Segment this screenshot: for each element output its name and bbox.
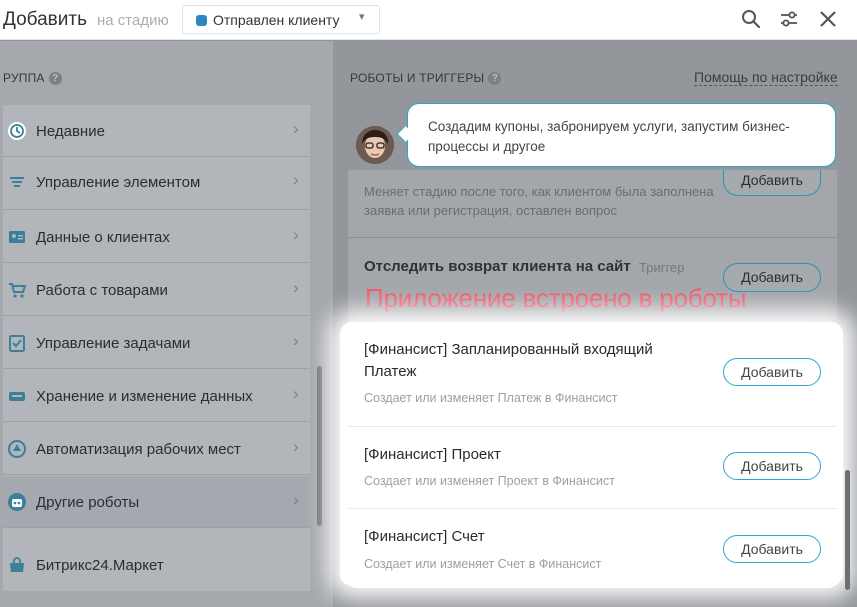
- help-setup-link[interactable]: Помощь по настройке: [694, 69, 838, 86]
- robot-description: Создает или изменяет Платеж в Финансист: [364, 391, 618, 405]
- menu-item-client-data[interactable]: Данные о клиентах ›: [3, 211, 310, 263]
- menu-item-other-robots[interactable]: Другие роботы ›: [3, 476, 310, 528]
- avatar: [356, 126, 394, 164]
- stage-dropdown[interactable]: Отправлен клиенту ▾: [182, 5, 380, 34]
- menu-item-label: Битрикс24.Маркет: [36, 557, 164, 574]
- trigger-badge: Триггер: [639, 260, 685, 275]
- robot-card: [Финансист] Проект Создает или изменяет …: [348, 427, 837, 508]
- robot-icon: [8, 493, 26, 511]
- stage-dropdown-value: Отправлен клиенту: [213, 12, 340, 28]
- menu-item-label: Данные о клиентах: [36, 229, 170, 246]
- contact-card-icon: [9, 231, 25, 243]
- menu-item-label: Управление задачами: [36, 335, 191, 352]
- menu-item-market[interactable]: Битрикс24.Маркет: [3, 539, 310, 591]
- menu-item-label: Работа с товарами: [36, 282, 168, 299]
- help-icon[interactable]: ?: [48, 72, 62, 86]
- page-title: Добавить: [3, 9, 87, 30]
- chevron-right-icon: ›: [293, 119, 299, 138]
- chevron-right-icon: ›: [293, 225, 299, 244]
- robot-description: Создает или изменяет Проект в Финансист: [364, 474, 615, 488]
- group-header-label: РУППА: [3, 71, 45, 85]
- menu-item-label: Хранение и изменение данных: [36, 388, 253, 405]
- robot-card: [Финансист] Запланированный входящий Пла…: [348, 326, 837, 426]
- menu-item-label: Недавние: [36, 123, 105, 140]
- filter-icon: [10, 177, 24, 187]
- chevron-down-icon: ▾: [359, 11, 365, 23]
- group-menu: Недавние › Управление элементом › Данные…: [3, 105, 310, 591]
- page-subtitle: на стадию: [97, 12, 169, 29]
- robot-description: Меняет стадию после того, как клиентом б…: [364, 184, 714, 218]
- menu-item-data-storage[interactable]: Хранение и изменение данных ›: [3, 370, 310, 422]
- robot-title: [Финансист] Счет: [364, 528, 485, 545]
- chevron-right-icon: ›: [293, 278, 299, 297]
- robot-card: [Финансист] Счет Создает или изменяет Сч…: [348, 509, 837, 588]
- assistant-bubble: Создадим купоны, забронируем услуги, зап…: [407, 103, 836, 167]
- close-icon[interactable]: [817, 8, 839, 30]
- chevron-right-icon: ›: [293, 384, 299, 403]
- menu-item-label: Автоматизация рабочих мест: [36, 441, 241, 458]
- cart-icon: [9, 283, 27, 298]
- workplace-icon: [8, 440, 26, 458]
- history-icon: [8, 122, 26, 140]
- assistant-bubble-text: Создадим купоны, забронируем услуги, зап…: [428, 119, 790, 154]
- menu-item-tasks[interactable]: Управление задачами ›: [3, 317, 310, 369]
- menu-item-products[interactable]: Работа с товарами ›: [3, 264, 310, 316]
- search-icon[interactable]: [740, 8, 762, 30]
- add-robot-button[interactable]: Добавить: [723, 358, 821, 386]
- stage-color-dot: [196, 15, 207, 26]
- robot-description: Создает или изменяет Счет в Финансист: [364, 557, 602, 571]
- add-robot-button[interactable]: Добавить: [723, 170, 821, 196]
- add-robot-button[interactable]: Добавить: [723, 535, 821, 563]
- chevron-right-icon: ›: [293, 490, 299, 509]
- help-icon[interactable]: ?: [488, 72, 502, 86]
- menu-item-recent[interactable]: Недавние ›: [3, 105, 310, 157]
- chevron-right-icon: ›: [293, 437, 299, 456]
- task-icon: [9, 335, 25, 352]
- right-scrollbar[interactable]: [845, 470, 850, 590]
- person-photo: [356, 126, 394, 164]
- robot-title: [Финансист] Проект: [364, 446, 501, 463]
- menu-item-label: Управление элементом: [36, 174, 201, 191]
- storage-icon: [9, 392, 25, 401]
- menu-item-workplace-automation[interactable]: Автоматизация рабочих мест ›: [3, 423, 310, 475]
- market-icon: [10, 557, 24, 572]
- robots-header-label: РОБОТЫ И ТРИГГЕРЫ: [350, 71, 485, 85]
- menu-item-element-control[interactable]: Управление элементом ›: [3, 158, 310, 210]
- menu-item-label: Другие роботы: [36, 494, 140, 511]
- chevron-right-icon: ›: [293, 170, 299, 189]
- robot-title: Отследить возврат клиента на сайт: [364, 258, 631, 275]
- robot-title: [Финансист] Запланированный входящий Пла…: [364, 341, 653, 380]
- chevron-right-icon: ›: [293, 331, 299, 350]
- group-header: РУППА?: [3, 71, 62, 86]
- divider: [348, 237, 837, 238]
- overlay-caption: Приложение встроено в роботы: [365, 283, 747, 313]
- header: Добавить на стадию Отправлен клиенту ▾: [0, 0, 857, 40]
- add-robot-button[interactable]: Добавить: [723, 452, 821, 480]
- filter-icon[interactable]: [778, 8, 800, 30]
- robots-header: РОБОТЫ И ТРИГГЕРЫ?: [350, 71, 502, 86]
- left-scrollbar[interactable]: [317, 366, 322, 526]
